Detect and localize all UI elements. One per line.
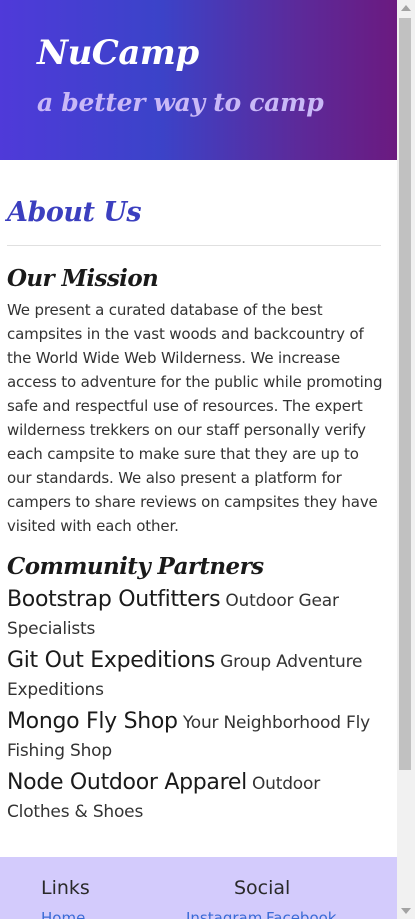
partner-item: Git Out Expeditions Group Adventure Expe… xyxy=(7,647,383,704)
brand-title: NuCamp xyxy=(37,33,199,73)
footer-links-heading: Links xyxy=(41,877,90,899)
footer-home-link[interactable]: Home xyxy=(41,909,85,919)
footer-facebook-link[interactable]: Facebook xyxy=(266,909,336,919)
scrollbar-thumb[interactable] xyxy=(399,18,411,770)
vertical-scrollbar[interactable] xyxy=(397,0,415,919)
site-header: NuCamp a better way to camp xyxy=(0,0,397,160)
brand-tagline: a better way to camp xyxy=(37,88,324,117)
divider xyxy=(7,245,381,246)
partner-name: Bootstrap Outfitters xyxy=(7,587,221,612)
footer-instagram-link[interactable]: Instagram xyxy=(186,909,262,919)
partner-item: Mongo Fly Shop Your Neighborhood Fly Fis… xyxy=(7,708,383,765)
main-content: About Us Our Mission We present a curate… xyxy=(0,196,397,826)
footer-social-heading: Social xyxy=(234,877,291,899)
scroll-up-arrow-icon[interactable] xyxy=(401,5,411,11)
partner-name: Node Outdoor Apparel xyxy=(7,770,247,795)
partners-heading: Community Partners xyxy=(7,553,264,580)
mission-text: We present a curated database of the bes… xyxy=(7,301,383,535)
site-footer: Links Social Home Instagram Facebook xyxy=(0,857,397,919)
mission-heading: Our Mission xyxy=(7,265,159,292)
partner-name: Mongo Fly Shop xyxy=(7,709,178,734)
scroll-down-arrow-icon[interactable] xyxy=(401,908,411,914)
partner-item: Bootstrap Outfitters Outdoor Gear Specia… xyxy=(7,586,383,643)
page: NuCamp a better way to camp About Us Our… xyxy=(0,0,397,919)
partner-name: Git Out Expeditions xyxy=(7,648,216,673)
partner-item: Node Outdoor Apparel Outdoor Clothes & S… xyxy=(7,769,383,826)
page-title: About Us xyxy=(7,197,142,228)
